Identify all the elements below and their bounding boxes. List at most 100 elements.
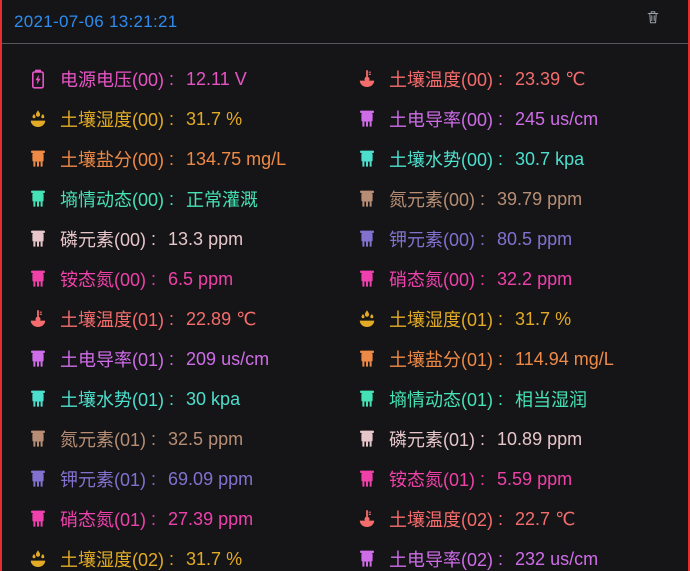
sensor-item-nitrogen-00: 氮元素(00) : 39.79 ppm (345, 179, 688, 219)
sensor-item-soil-humidity-00: 土壤湿度(00) : 31.7 % (2, 99, 345, 139)
sensor-separator: : (498, 509, 503, 530)
sensor-separator: : (169, 309, 174, 330)
sensor-label: 土壤水势(00) (389, 146, 493, 172)
sensor-value: 5.59 ppm (497, 469, 572, 490)
sensor-label: 钾元素(00) (389, 226, 475, 252)
sensor-value: 39.79 ppm (497, 189, 582, 210)
sensor-item-power-voltage-00: 电源电压(00) : 12.11 V (2, 59, 345, 99)
sensor-value: 正常灌溉 (186, 186, 258, 212)
sensor-label: 墒情动态(01) (389, 386, 493, 412)
drops-bowl-icon (28, 549, 48, 569)
chip-icon (357, 469, 377, 489)
sensor-label: 氮元素(01) (60, 426, 146, 452)
sensor-label: 土壤湿度(02) (60, 546, 164, 571)
chip-icon (357, 389, 377, 409)
sensor-label: 土电导率(00) (389, 106, 493, 132)
chip-icon (28, 189, 48, 209)
chip-icon (28, 389, 48, 409)
sensor-item-soil-humidity-02: 土壤湿度(02) : 31.7 % (2, 539, 345, 571)
sensor-item-phosphorus-00: 磷元素(00) : 13.3 ppm (2, 219, 345, 259)
sensor-value: 32.5 ppm (168, 429, 243, 450)
trash-icon (645, 9, 661, 25)
sensor-value: 232 us/cm (515, 549, 598, 570)
sensor-item-soil-conductivity-01: 土电导率(01) : 209 us/cm (2, 339, 345, 379)
chip-icon (28, 229, 48, 249)
sensor-separator: : (169, 349, 174, 370)
sensor-separator: : (151, 229, 156, 250)
sensor-value: 31.7 % (186, 549, 242, 570)
drops-bowl-icon (28, 109, 48, 129)
sensor-separator: : (480, 189, 485, 210)
thermo-bowl-icon (28, 309, 48, 329)
sensor-separator: : (169, 109, 174, 130)
sensor-label: 氮元素(00) (389, 186, 475, 212)
chip-icon (357, 229, 377, 249)
sensor-item-nitrate-nitrogen-01: 硝态氮(01) : 27.39 ppm (2, 499, 345, 539)
sensor-value: 10.89 ppm (497, 429, 582, 450)
sensor-value: 30.7 kpa (515, 149, 584, 170)
sensor-value: 23.39 ℃ (515, 69, 585, 90)
sensor-separator: : (498, 109, 503, 130)
sensor-value: 134.75 mg/L (186, 149, 286, 170)
sensor-value: 80.5 ppm (497, 229, 572, 250)
sensor-item-soil-salinity-00: 土壤盐分(00) : 134.75 mg/L (2, 139, 345, 179)
sensor-item-moisture-status-00: 墒情动态(00) : 正常灌溉 (2, 179, 345, 219)
sensor-value: 12.11 V (186, 69, 247, 90)
sensor-separator: : (169, 149, 174, 170)
sensor-label: 土壤湿度(00) (60, 106, 164, 132)
sensor-item-soil-temperature-02: 土壤温度(02) : 22.7 ℃ (345, 499, 688, 539)
sensor-label: 磷元素(00) (60, 226, 146, 252)
chip-icon (357, 109, 377, 129)
sensor-label: 硝态氮(00) (389, 266, 475, 292)
chip-icon (28, 269, 48, 289)
delete-button[interactable] (644, 8, 662, 26)
sensor-value: 32.2 ppm (497, 269, 572, 290)
sensor-separator: : (151, 509, 156, 530)
sensor-item-soil-conductivity-00: 土电导率(00) : 245 us/cm (345, 99, 688, 139)
sensor-separator: : (498, 69, 503, 90)
sensor-label: 墒情动态(00) (60, 186, 164, 212)
sensor-separator: : (151, 469, 156, 490)
sensor-label: 土壤温度(01) (60, 306, 164, 332)
sensor-label: 铵态氮(00) (60, 266, 146, 292)
sensor-item-soil-salinity-01: 土壤盐分(01) : 114.94 mg/L (345, 339, 688, 379)
sensor-separator: : (498, 309, 503, 330)
sensor-label: 土壤盐分(00) (60, 146, 164, 172)
sensor-separator: : (480, 229, 485, 250)
sensor-value: 27.39 ppm (168, 509, 253, 530)
sensor-item-potassium-00: 钾元素(00) : 80.5 ppm (345, 219, 688, 259)
sensor-grid: 电源电压(00) : 12.11 V 土壤温度(00) : 23.39 ℃ 土壤… (2, 59, 688, 571)
chip-icon (28, 349, 48, 369)
sensor-value: 245 us/cm (515, 109, 598, 130)
sensor-label: 土壤盐分(01) (389, 346, 493, 372)
sensor-separator: : (169, 549, 174, 570)
sensor-separator: : (480, 469, 485, 490)
sensor-item-soil-temperature-01: 土壤温度(01) : 22.89 ℃ (2, 299, 345, 339)
sensor-label: 磷元素(01) (389, 426, 475, 452)
chip-icon (357, 549, 377, 569)
sensor-label: 土壤水势(01) (60, 386, 164, 412)
sensor-separator: : (480, 269, 485, 290)
sensor-separator: : (498, 149, 503, 170)
sensor-separator: : (169, 69, 174, 90)
sensor-value: 114.94 mg/L (515, 349, 614, 370)
sensor-value: 22.89 ℃ (186, 309, 256, 330)
sensor-separator: : (169, 389, 174, 410)
sensor-separator: : (498, 389, 503, 410)
chip-icon (28, 509, 48, 529)
chip-icon (357, 349, 377, 369)
sensor-item-ammonium-nitrogen-01: 铵态氮(01) : 5.59 ppm (345, 459, 688, 499)
sensor-item-nitrogen-01: 氮元素(01) : 32.5 ppm (2, 419, 345, 459)
sensor-separator: : (151, 429, 156, 450)
sensor-label: 土电导率(01) (60, 346, 164, 372)
sensor-separator: : (498, 549, 503, 570)
chip-icon (357, 189, 377, 209)
chip-icon (357, 429, 377, 449)
sensor-label: 土壤温度(00) (389, 66, 493, 92)
sensor-value: 31.7 % (186, 109, 242, 130)
chip-icon (357, 269, 377, 289)
sensor-item-soil-humidity-01: 土壤湿度(01) : 31.7 % (345, 299, 688, 339)
sensor-label: 铵态氮(01) (389, 466, 475, 492)
sensor-value: 30 kpa (186, 389, 240, 410)
sensor-item-phosphorus-01: 磷元素(01) : 10.89 ppm (345, 419, 688, 459)
